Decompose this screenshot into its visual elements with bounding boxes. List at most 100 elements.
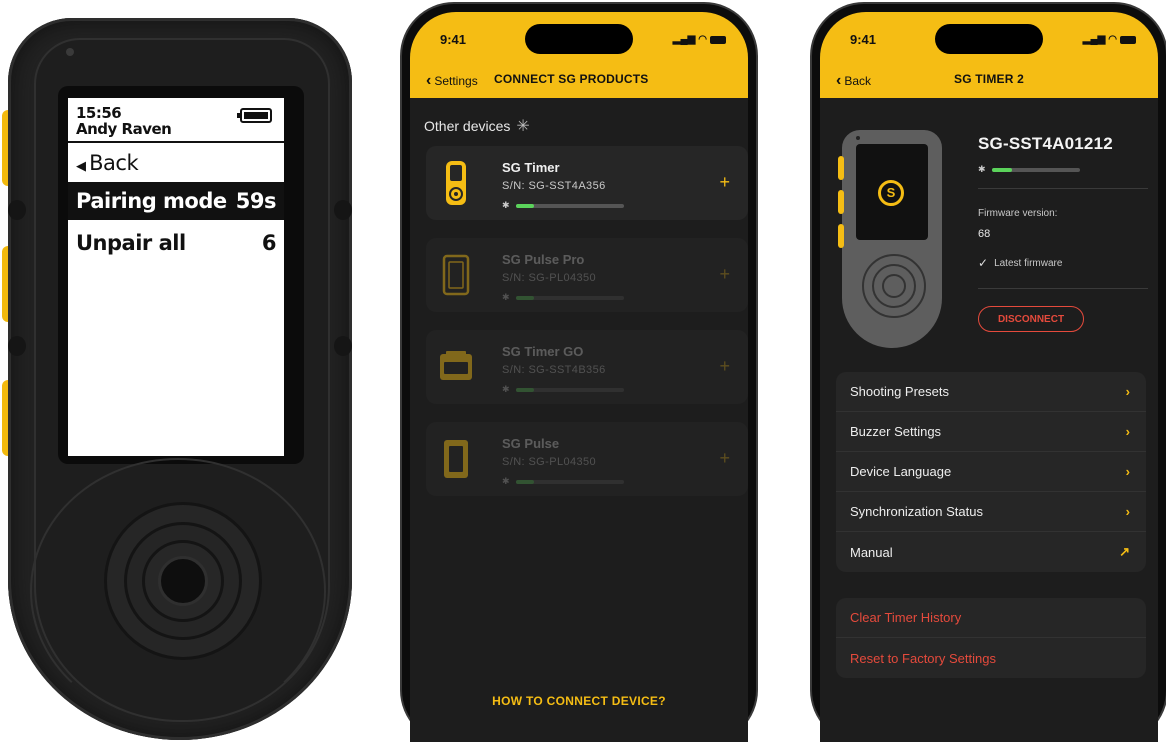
wifi-icon: ◠ bbox=[698, 34, 707, 45]
header-bar: 9:41 ▂▄▆ ◠ ‹ Settings CONNECT SG PRODUCT… bbox=[410, 12, 748, 98]
add-device-button[interactable]: + bbox=[719, 264, 730, 285]
menu-item-label: Clear Timer History bbox=[850, 610, 962, 625]
divider bbox=[68, 141, 284, 143]
bluetooth-icon: ✱ bbox=[978, 164, 986, 174]
signal-bar: ✱ bbox=[978, 164, 1080, 175]
status-time: 9:41 bbox=[850, 32, 877, 47]
signal-bar: ✱ bbox=[502, 476, 624, 487]
back-button[interactable]: ‹ Settings bbox=[426, 72, 478, 90]
clear-timer-history-button[interactable]: Clear Timer History bbox=[836, 598, 1146, 638]
firmware-status-label: Latest firmware bbox=[994, 257, 1063, 269]
device-name: SG Pulse bbox=[502, 436, 560, 451]
sg-timer-go-icon bbox=[440, 351, 472, 380]
page-title: CONNECT SG PRODUCTS bbox=[494, 72, 649, 86]
device-card-sg-pulse-pro[interactable]: SG Pulse Pro S/N: SG-PL04350 ✱ + bbox=[426, 238, 748, 312]
device-screw bbox=[334, 336, 352, 356]
device-card-sg-pulse[interactable]: SG Pulse S/N: SG-PL04350 ✱ + bbox=[426, 422, 748, 496]
device-sensor bbox=[66, 48, 74, 56]
menu-item-label: Device Language bbox=[850, 464, 952, 479]
section-header: Other devices ✳ bbox=[424, 116, 530, 136]
firmware-label: Firmware version: bbox=[978, 208, 1058, 219]
signal-bar: ✱ bbox=[502, 384, 624, 395]
signal-icon: ▂▄▆ bbox=[672, 34, 696, 45]
device-clock: 15:56 bbox=[76, 104, 122, 122]
phone-screen: 9:41 ▂▄▆ ◠ ‹ Back SG TIMER 2 S SG-SST4A0… bbox=[820, 12, 1158, 742]
battery-icon bbox=[1120, 35, 1136, 44]
back-label: Back bbox=[89, 151, 139, 175]
device-name: SG Pulse Pro bbox=[502, 252, 585, 267]
add-device-button[interactable]: + bbox=[719, 448, 730, 469]
chevron-right-icon: › bbox=[1125, 464, 1130, 479]
add-device-button[interactable]: + bbox=[719, 172, 730, 193]
device-screen: 15:56 Andy Raven ◀ Back Pairing mode 59s… bbox=[68, 98, 284, 456]
divider bbox=[978, 288, 1148, 289]
chevron-right-icon: › bbox=[1125, 504, 1130, 519]
external-link-icon: ↗ bbox=[1119, 544, 1130, 559]
status-time: 9:41 bbox=[440, 32, 467, 47]
settings-menu: Shooting Presets › Buzzer Settings › Dev… bbox=[836, 372, 1146, 572]
signal-level bbox=[991, 167, 1012, 172]
menu-item-label: Pairing mode bbox=[76, 189, 227, 213]
device-main-button[interactable] bbox=[158, 556, 208, 606]
signal-level bbox=[515, 203, 534, 208]
phone-connect-products: 9:41 ▂▄▆ ◠ ‹ Settings CONNECT SG PRODUCT… bbox=[402, 4, 756, 742]
menu-item-label: Manual bbox=[850, 544, 893, 560]
menu-item-device-language[interactable]: Device Language › bbox=[836, 452, 1146, 492]
sg-logo-icon: S bbox=[878, 180, 904, 206]
device-menu-item-pairing[interactable]: Pairing mode 59s bbox=[68, 182, 284, 220]
signal-bar: ✱ bbox=[502, 200, 624, 211]
signal-level bbox=[515, 479, 534, 484]
device-name: SG Timer GO bbox=[502, 344, 584, 359]
device-name: SG Timer bbox=[502, 160, 560, 175]
firmware-value: 68 bbox=[978, 228, 991, 240]
page-title: SG TIMER 2 bbox=[953, 72, 1024, 86]
menu-item-buzzer-settings[interactable]: Buzzer Settings › bbox=[836, 412, 1146, 452]
signal-icon: ▂▄▆ bbox=[1082, 34, 1106, 45]
danger-menu: Clear Timer History Reset to Factory Set… bbox=[836, 598, 1146, 678]
device-screw bbox=[8, 336, 26, 356]
bluetooth-icon: ✱ bbox=[502, 476, 510, 486]
signal-level bbox=[515, 387, 534, 392]
device-screw bbox=[8, 200, 26, 220]
section-label: Other devices bbox=[424, 118, 511, 134]
battery-icon bbox=[710, 35, 726, 44]
status-icons: ▂▄▆ ◠ bbox=[1083, 34, 1136, 45]
menu-item-manual[interactable]: Manual ↗ bbox=[836, 532, 1146, 572]
device-card-sg-timer[interactable]: SG Timer S/N: SG-SST4A356 ✱ + bbox=[426, 146, 748, 220]
menu-item-value: 6 bbox=[261, 231, 277, 255]
signal-level bbox=[515, 295, 534, 300]
device-card-sg-timer-go[interactable]: SG Timer GO S/N: SG-SST4B356 ✱ + bbox=[426, 330, 748, 404]
menu-item-shooting-presets[interactable]: Shooting Presets › bbox=[836, 372, 1146, 412]
device-serial: S/N: SG-PL04350 bbox=[502, 456, 597, 468]
sg-pulse-icon bbox=[444, 440, 468, 478]
disconnect-button[interactable]: DISCONNECT bbox=[978, 306, 1084, 332]
dynamic-island bbox=[935, 24, 1043, 54]
device-user-name: Andy Raven bbox=[76, 120, 172, 138]
how-to-connect-link[interactable]: HOW TO CONNECT DEVICE? bbox=[410, 694, 748, 708]
device-serial: S/N: SG-SST4B356 bbox=[502, 364, 606, 376]
phone-screen: 9:41 ▂▄▆ ◠ ‹ Settings CONNECT SG PRODUCT… bbox=[410, 12, 748, 742]
add-device-button[interactable]: + bbox=[719, 356, 730, 377]
illustration-ring bbox=[882, 274, 906, 298]
firmware-status: ✓ Latest firmware bbox=[978, 256, 1062, 270]
menu-item-label: Buzzer Settings bbox=[850, 424, 942, 439]
divider bbox=[978, 188, 1148, 189]
phone-device-settings: 9:41 ▂▄▆ ◠ ‹ Back SG TIMER 2 S SG-SST4A0… bbox=[812, 4, 1166, 742]
chevron-right-icon: › bbox=[1125, 424, 1130, 439]
bluetooth-icon: ✱ bbox=[502, 384, 510, 394]
device-menu-item-unpair[interactable]: Unpair all 6 bbox=[68, 224, 284, 262]
reset-factory-settings-button[interactable]: Reset to Factory Settings bbox=[836, 638, 1146, 678]
back-triangle-icon: ◀ bbox=[76, 159, 90, 174]
device-back-item[interactable]: ◀ Back bbox=[68, 144, 284, 182]
sensor-dot bbox=[856, 136, 860, 140]
dynamic-island bbox=[525, 24, 633, 54]
menu-item-label: Shooting Presets bbox=[850, 384, 950, 399]
sg-timer-illustration: S bbox=[838, 130, 942, 348]
loading-spinner-icon: ✳ bbox=[516, 118, 530, 135]
bluetooth-icon: ✱ bbox=[502, 200, 510, 210]
bluetooth-icon: ✱ bbox=[502, 292, 510, 302]
menu-item-synchronization-status[interactable]: Synchronization Status › bbox=[836, 492, 1146, 532]
status-icons: ▂▄▆ ◠ bbox=[673, 34, 726, 45]
battery-icon bbox=[237, 108, 272, 123]
sg-timer-hardware: 15:56 Andy Raven ◀ Back Pairing mode 59s… bbox=[2, 18, 352, 740]
